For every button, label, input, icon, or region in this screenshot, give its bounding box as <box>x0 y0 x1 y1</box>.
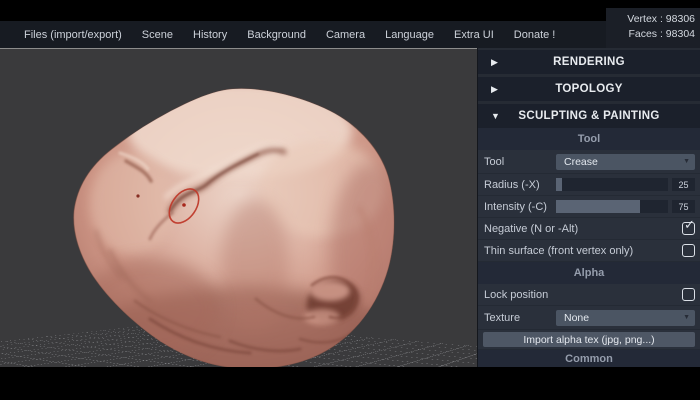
chevron-down-icon: ▼ <box>683 158 690 165</box>
subsection-common-header: Common <box>478 350 700 367</box>
section-rendering[interactable]: ▶ RENDERING <box>478 50 700 74</box>
intensity-slider[interactable] <box>556 200 668 213</box>
subsection-alpha-header: Alpha <box>478 262 700 284</box>
intensity-slider-fill <box>556 200 640 213</box>
collapsed-arrow-icon: ▶ <box>491 56 498 67</box>
section-sculpting-label: SCULPTING & PAINTING <box>518 110 660 122</box>
radius-label: Radius (-X) <box>484 178 540 191</box>
menu-item-scene[interactable]: Scene <box>132 29 183 41</box>
menu-bar: Files (import/export) Scene History Back… <box>0 21 700 48</box>
import-alpha-row: Import alpha tex (jpg, png...) <box>478 330 700 350</box>
intensity-value[interactable]: 75 <box>672 200 695 213</box>
import-alpha-button[interactable]: Import alpha tex (jpg, png...) <box>483 332 695 347</box>
menu-item-background[interactable]: Background <box>237 29 316 41</box>
thin-surface-checkbox[interactable] <box>682 244 695 257</box>
texture-row: Texture None ▼ <box>478 306 700 330</box>
lock-position-row: Lock position <box>478 284 700 306</box>
lock-position-checkbox[interactable] <box>682 288 695 301</box>
tool-row: Tool Crease ▼ <box>478 150 700 174</box>
expanded-arrow-icon: ▼ <box>491 111 500 121</box>
texture-selected-value: None <box>564 311 590 324</box>
menu-item-camera[interactable]: Camera <box>316 29 375 41</box>
menu-item-extra-ui[interactable]: Extra UI <box>444 29 504 41</box>
chevron-down-icon: ▼ <box>683 314 690 321</box>
faces-count: Faces : 98304 <box>628 28 695 40</box>
section-topology[interactable]: ▶ TOPOLOGY <box>478 77 700 101</box>
mesh-stats: Vertex : 98306 Faces : 98304 <box>606 8 700 48</box>
vertex-count: Vertex : 98306 <box>627 13 695 25</box>
thin-surface-row: Thin surface (front vertex only) <box>478 240 700 262</box>
radius-row: Radius (-X) 25 <box>478 174 700 196</box>
collapsed-arrow-icon: ▶ <box>491 83 498 94</box>
sidebar-panel: ▶ RENDERING ▶ TOPOLOGY ▼ SCULPTING & PAI… <box>477 48 700 367</box>
menu-item-files[interactable]: Files (import/export) <box>14 29 132 41</box>
checkmark-icon: ✓ <box>684 217 695 232</box>
tool-label: Tool <box>484 155 505 168</box>
lock-position-label: Lock position <box>484 288 549 301</box>
section-sculpting-painting[interactable]: ▼ SCULPTING & PAINTING <box>478 104 700 128</box>
app-window: Files (import/export) Scene History Back… <box>0 0 700 400</box>
tool-selected-value: Crease <box>564 155 598 168</box>
intensity-label: Intensity (-C) <box>484 200 547 213</box>
section-topology-label: TOPOLOGY <box>555 83 623 95</box>
negative-row: Negative (N or -Alt) ✓ <box>478 217 700 240</box>
radius-slider[interactable] <box>556 178 668 191</box>
negative-checkbox[interactable]: ✓ <box>682 217 695 235</box>
texture-label: Texture <box>484 311 521 324</box>
menu-item-donate[interactable]: Donate ! <box>504 29 566 41</box>
subsection-tool-header: Tool <box>478 128 700 150</box>
tool-select[interactable]: Crease ▼ <box>556 153 695 170</box>
section-rendering-label: RENDERING <box>553 56 625 68</box>
texture-select[interactable]: None ▼ <box>556 309 695 326</box>
radius-slider-fill <box>556 178 562 191</box>
thin-surface-label: Thin surface (front vertex only) <box>484 244 634 257</box>
menu-item-history[interactable]: History <box>183 29 237 41</box>
sculpt-model <box>73 88 395 367</box>
intensity-row: Intensity (-C) 75 <box>478 196 700 218</box>
viewport-canvas[interactable] <box>0 48 477 367</box>
menu-item-language[interactable]: Language <box>375 29 444 41</box>
negative-label: Negative (N or -Alt) <box>484 222 579 235</box>
radius-value[interactable]: 25 <box>672 178 695 191</box>
